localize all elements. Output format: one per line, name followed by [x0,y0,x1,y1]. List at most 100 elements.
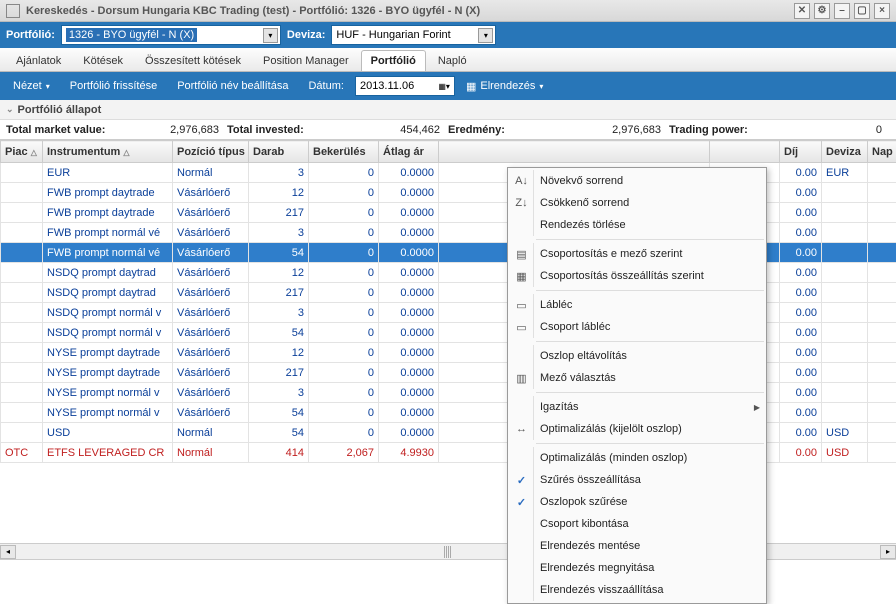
scroll-left-icon[interactable]: ◂ [0,545,16,559]
tab-kötések[interactable]: Kötések [73,50,133,71]
cell [1,203,43,223]
cell: NYSE prompt daytrade [43,343,173,363]
settings-icon[interactable]: ⚙ [814,3,830,19]
cell [868,283,896,303]
menu-item-label: Csoportosítás összeállítás szerint [540,270,704,282]
cell [868,343,896,363]
tab-összesített-kötések[interactable]: Összesített kötések [135,50,251,71]
cell: Vásárlóerő [173,303,249,323]
app-icon [6,4,20,18]
menu-item[interactable]: ▤Csoportosítás e mező szerint [508,243,766,265]
tools-icon[interactable]: ✕ [794,3,810,19]
col-header[interactable]: Piac △ [1,141,43,163]
col-header[interactable]: Darab [249,141,309,163]
menu-item[interactable]: Oszlopok szűrése [508,491,766,513]
tab-portfólió[interactable]: Portfólió [361,50,426,71]
cell [1,343,43,363]
tp-value: 0 [752,124,890,136]
col-header[interactable]: Díj [780,141,822,163]
menu-item[interactable]: Rendezés törlése [508,214,766,236]
col-header[interactable]: Pozíció típus [173,141,249,163]
cell [868,223,896,243]
cell [1,243,43,263]
section-title: Portfólió állapot [18,104,102,116]
minimize-button[interactable]: – [834,3,850,19]
rename-button[interactable]: Portfólió név beállítása [168,75,297,97]
menu-item[interactable]: ▭Lábléc [508,294,766,316]
cell: 3 [249,163,309,183]
col-header[interactable]: Átlag ár [379,141,439,163]
menu-item[interactable]: Szűrés összeállítása [508,469,766,491]
tab-napló[interactable]: Napló [428,50,477,71]
view-menu[interactable]: Nézet▾ [4,75,59,97]
cell: 0.0000 [379,423,439,443]
menu-item[interactable]: Csoport kibontása [508,513,766,535]
cell: 0.0000 [379,403,439,423]
section-header[interactable]: ⌄ Portfólió állapot [0,100,896,120]
cell [1,183,43,203]
cell [868,423,896,443]
menu-item[interactable]: Elrendezés megnyitása [508,557,766,579]
tab-position-manager[interactable]: Position Manager [253,50,359,71]
col-header[interactable]: Nap [868,141,896,163]
date-input[interactable]: 2013.11.06▦▾ [355,76,455,96]
menu-item[interactable]: Elrendezés mentése [508,535,766,557]
menu-item[interactable]: ▥Mező választás [508,367,766,389]
menu-item[interactable]: ▦Csoportosítás összeállítás szerint [508,265,766,287]
cell: 0.0000 [379,223,439,243]
cell [1,363,43,383]
maximize-button[interactable]: ▢ [854,3,870,19]
menu-item[interactable]: ↔Optimalizálás (kijelölt oszlop) [508,418,766,440]
menu-item-label: Optimalizálás (minden oszlop) [540,452,687,464]
window-title: Kereskedés - Dorsum Hungaria KBC Trading… [26,5,480,17]
menu-item[interactable]: ▭Csoport lábléc [508,316,766,338]
cell: 0 [309,323,379,343]
menu-item[interactable]: Oszlop eltávolítás [508,345,766,367]
portfolio-value: 1326 - BYO ügyfél - N (X) [66,28,197,42]
col-header[interactable]: Bekerülés [309,141,379,163]
blank-icon [510,535,534,557]
chevron-down-icon[interactable]: ▾ [478,28,493,43]
menu-item[interactable]: Igazítás [508,396,766,418]
cell [1,403,43,423]
scroll-right-icon[interactable]: ▸ [880,545,896,559]
col-header[interactable]: Deviza [822,141,868,163]
menu-item-label: Mező választás [540,372,616,384]
cell [822,223,868,243]
cell: 0 [309,263,379,283]
cell: Vásárlóerő [173,223,249,243]
cell: 0.0000 [379,363,439,383]
cell: Vásárlóerő [173,203,249,223]
cell [868,183,896,203]
cell: FWB prompt daytrade [43,203,173,223]
layout-menu[interactable]: ▦Elrendezés▾ [457,75,552,98]
cell [868,263,896,283]
menu-item[interactable]: Z↓Csökkenő sorrend [508,192,766,214]
col-header[interactable]: Instrumentum △ [43,141,173,163]
col-header[interactable] [710,141,780,163]
menu-item[interactable]: Elrendezés visszaállítása [508,579,766,601]
cell [1,423,43,443]
cell [822,323,868,343]
tab-ajánlatok[interactable]: Ajánlatok [6,50,71,71]
cell: Normál [173,423,249,443]
cell [1,163,43,183]
opt-icon: ↔ [510,418,534,440]
cell: OTC [1,443,43,463]
menu-item-label: Igazítás [540,401,579,413]
blank-icon [510,396,534,418]
currency-select[interactable]: HUF - Hungarian Forint ▾ [331,25,496,45]
menu-separator [536,341,764,342]
cell [822,203,868,223]
layout-icon: ▦ [466,80,476,93]
chevron-down-icon[interactable]: ▾ [263,28,278,43]
portfolio-select[interactable]: 1326 - BYO ügyfél - N (X) ▾ [61,25,281,45]
close-button[interactable]: × [874,3,890,19]
menu-item[interactable]: A↓Növekvő sorrend [508,170,766,192]
menu-separator [536,239,764,240]
cell: 0.0000 [379,283,439,303]
menu-item[interactable]: Optimalizálás (minden oszlop) [508,447,766,469]
cell: 4.9930 [379,443,439,463]
refresh-button[interactable]: Portfólió frissítése [61,75,166,97]
col-header[interactable] [439,141,710,163]
